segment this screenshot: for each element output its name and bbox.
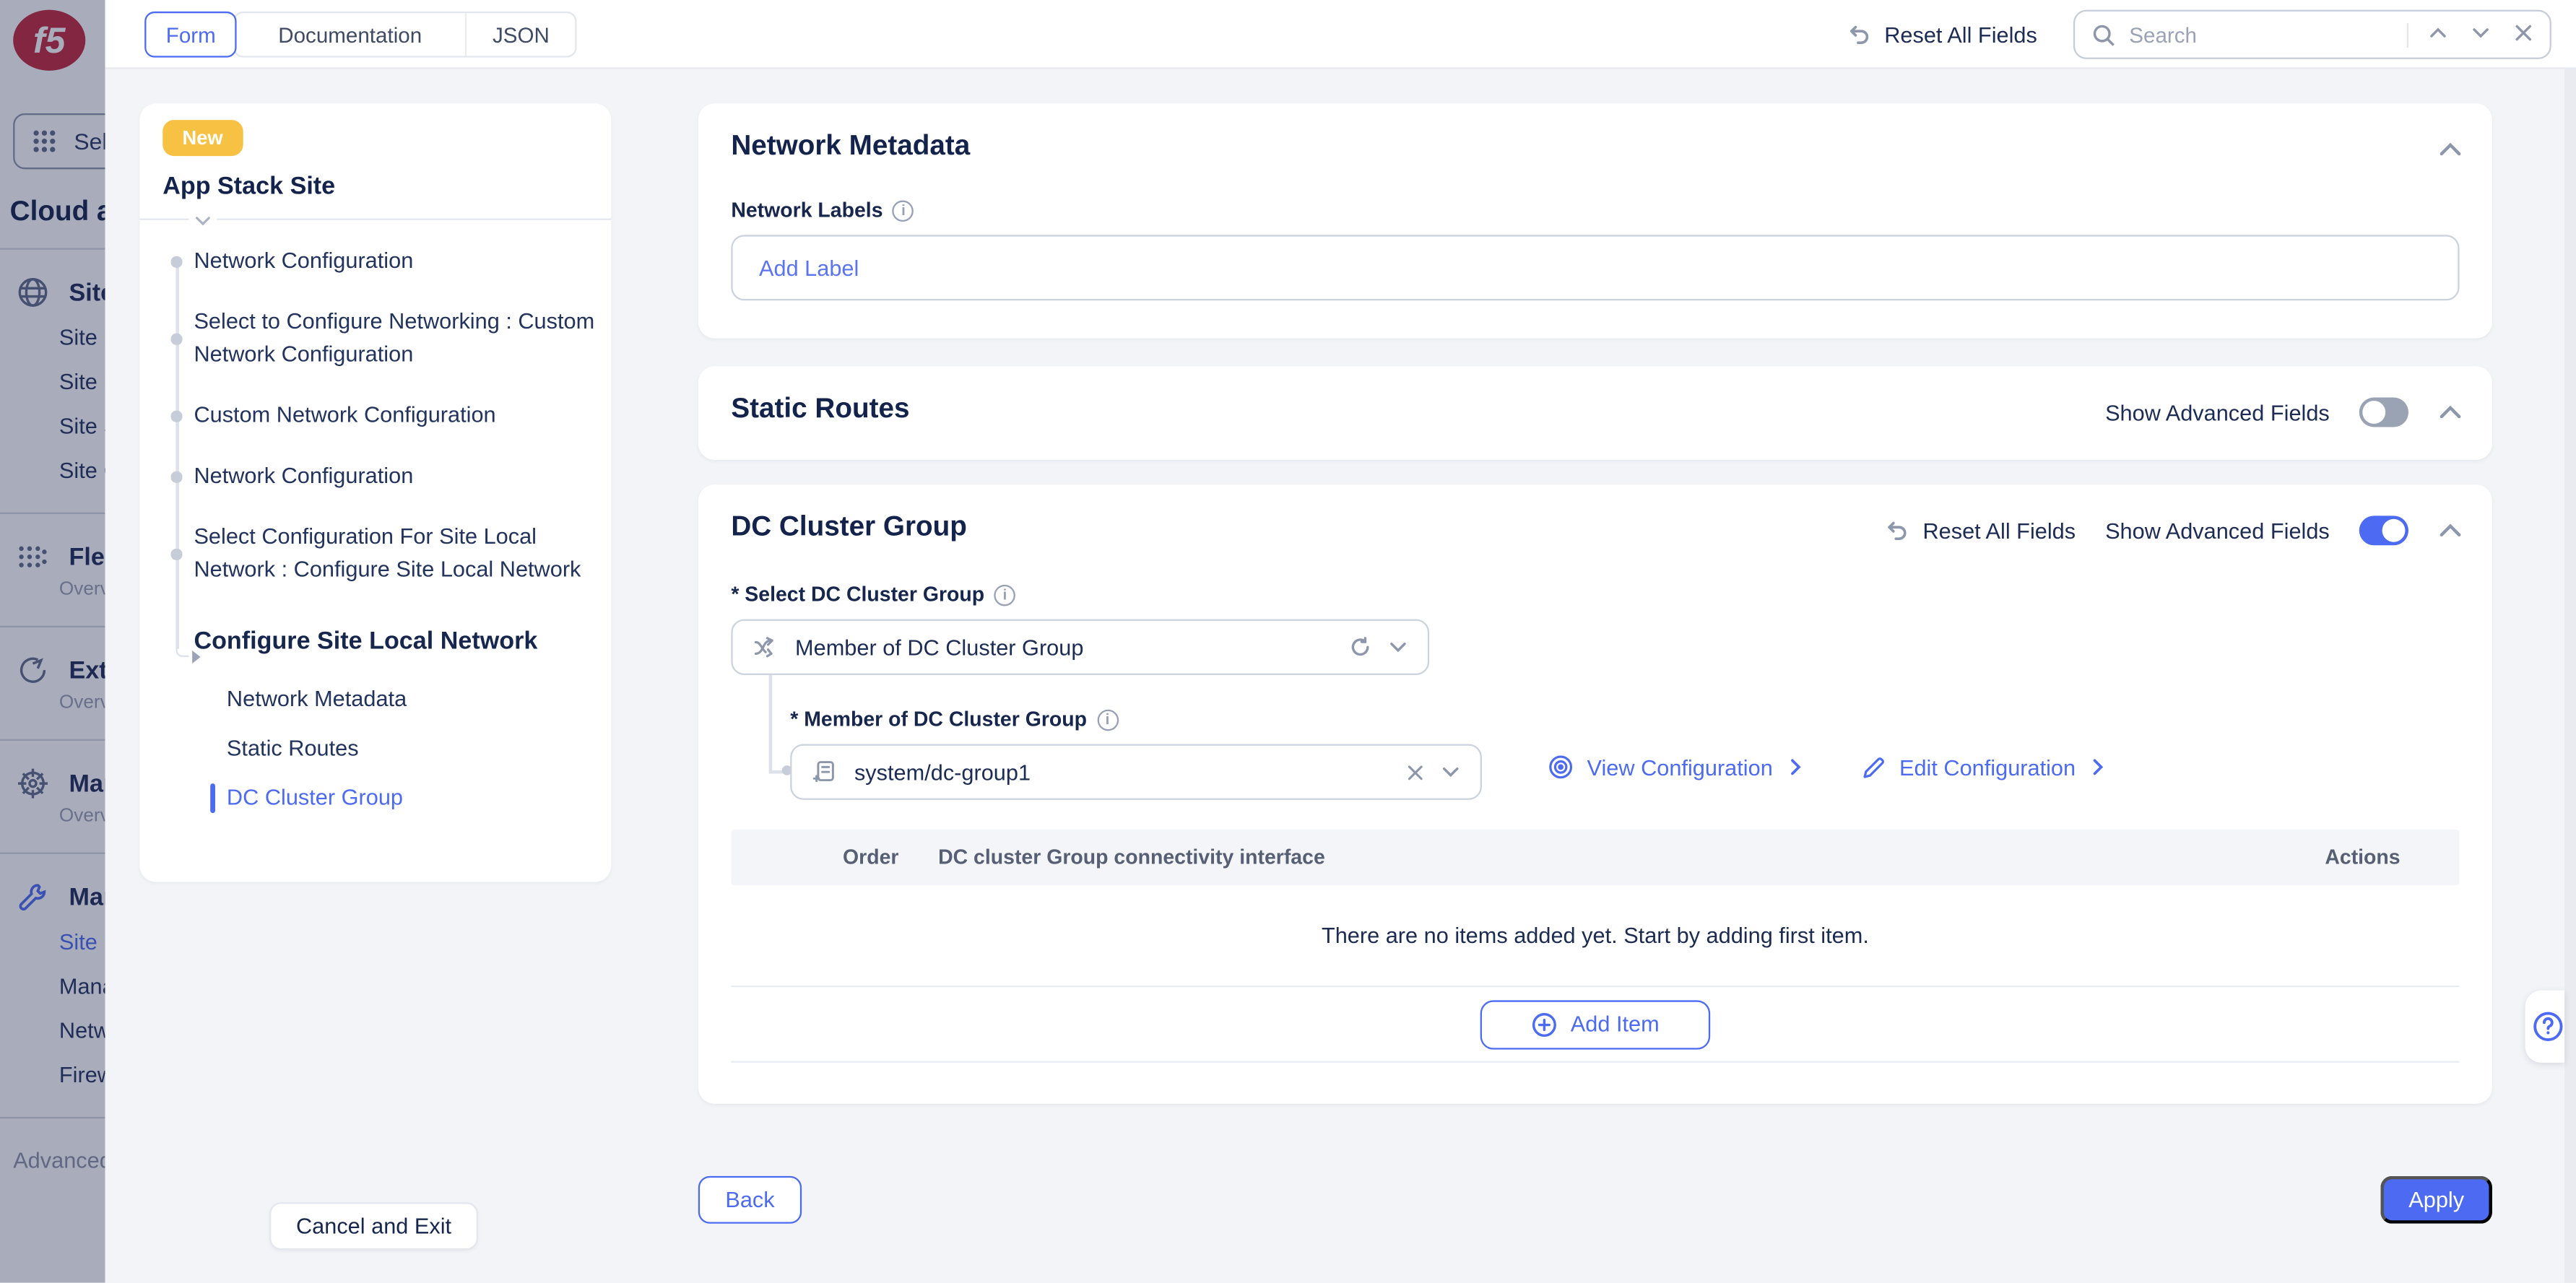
collapse-section-icon[interactable] <box>2438 137 2463 162</box>
wizard-title: App Stack Site <box>162 173 335 201</box>
edit-icon <box>1862 754 1886 779</box>
table-add-row: Add Item <box>731 987 2459 1063</box>
member-dc-cluster-group-value: system/dc-group1 <box>854 760 1390 784</box>
app-sidebar: f5 Sele Cloud a <box>0 0 105 1283</box>
chevron-right-icon <box>2089 757 2108 777</box>
clear-icon[interactable] <box>1406 763 1424 781</box>
column-header-actions: Actions <box>2325 846 2400 869</box>
refresh-icon[interactable] <box>1349 635 1372 658</box>
show-advanced-fields-toggle[interactable] <box>2359 398 2408 427</box>
chevron-right-icon <box>1786 757 1805 777</box>
undo-icon <box>1845 22 1871 48</box>
collapse-section-icon[interactable] <box>2438 518 2463 543</box>
view-configuration-link[interactable]: View Configuration <box>1548 754 1805 780</box>
apply-button[interactable]: Apply <box>2380 1176 2492 1224</box>
show-advanced-fields-toggle[interactable] <box>2359 516 2408 545</box>
search-next-icon[interactable] <box>2471 22 2490 47</box>
tab-json[interactable]: JSON <box>464 13 576 56</box>
content-area: New App Stack Site Network Configuration… <box>105 69 2576 1283</box>
info-icon[interactable]: i <box>1097 709 1119 731</box>
wizard-step[interactable]: Select to Configure Networking : Custom … <box>139 305 601 371</box>
search-input[interactable] <box>2129 22 2393 47</box>
help-icon <box>2532 1010 2564 1043</box>
branch-icon <box>753 634 779 660</box>
info-icon[interactable]: i <box>893 199 914 221</box>
column-header-interface: DC cluster Group connectivity interface <box>938 846 1325 869</box>
select-dc-cluster-group-dropdown[interactable]: Member of DC Cluster Group <box>731 619 1429 675</box>
view-icon <box>1548 754 1574 780</box>
search-box[interactable] <box>2073 10 2551 59</box>
edit-configuration-label: Edit Configuration <box>1899 754 2076 779</box>
field-connector <box>769 675 771 772</box>
select-dc-cluster-group-label: * Select DC Cluster Group <box>731 583 984 606</box>
scrollbar-track[interactable] <box>2564 69 2576 1283</box>
plus-circle-icon <box>1531 1011 1557 1037</box>
table-empty-state: There are no items added yet. Start by a… <box>731 885 2459 987</box>
topbar: Form Documentation JSON Reset All Fields <box>105 0 2576 69</box>
back-button[interactable]: Back <box>698 1176 802 1224</box>
reset-all-fields-button[interactable]: Reset All Fields <box>1845 22 2037 48</box>
section-title: Static Routes <box>731 393 909 425</box>
reset-all-fields-label: Reset All Fields <box>1884 22 2037 47</box>
chevron-down-icon[interactable] <box>1441 762 1460 782</box>
info-icon[interactable]: i <box>994 584 1016 606</box>
column-header-order: Order <box>843 846 898 869</box>
search-prev-icon[interactable] <box>2428 22 2447 47</box>
reset-all-fields-button[interactable]: Reset All Fields <box>1883 518 2076 544</box>
add-label-placeholder[interactable]: Add Label <box>759 256 859 280</box>
wizard-current-step[interactable]: Configure Site Local Network <box>139 626 601 658</box>
app-root: f5 Sele Cloud a <box>0 0 2576 1283</box>
tab-form[interactable]: Form <box>144 12 237 58</box>
search-icon <box>2091 22 2116 47</box>
chevron-down-icon[interactable] <box>1388 638 1408 657</box>
show-advanced-fields-label: Show Advanced Fields <box>2105 400 2330 425</box>
member-dc-cluster-group-label: * Member of DC Cluster Group <box>790 708 1087 731</box>
edit-configuration-link[interactable]: Edit Configuration <box>1862 754 2109 779</box>
wizard-substep[interactable]: Network Metadata <box>139 682 601 716</box>
collapse-chevron-icon[interactable] <box>189 209 217 238</box>
reset-all-fields-label: Reset All Fields <box>1922 518 2076 543</box>
wizard-step[interactable]: Network Configuration <box>139 245 601 277</box>
table-header-row: Order DC cluster Group connectivity inte… <box>731 830 2459 885</box>
show-advanced-fields-label: Show Advanced Fields <box>2105 518 2330 543</box>
wizard-substep-active[interactable]: DC Cluster Group <box>139 780 601 815</box>
sidebar-dim-overlay <box>0 0 105 1283</box>
view-tabs: Form Documentation JSON <box>144 12 577 58</box>
search-close-icon[interactable] <box>2514 22 2533 47</box>
select-dc-cluster-group-value: Member of DC Cluster Group <box>795 635 1332 659</box>
section-network-metadata: Network Metadata Network Labels i Add La… <box>698 103 2492 338</box>
wizard-substep[interactable]: Static Routes <box>139 731 601 765</box>
member-dc-cluster-group-dropdown[interactable]: system/dc-group1 <box>790 744 1482 800</box>
new-badge: New <box>162 120 243 156</box>
wizard-step[interactable]: Network Configuration <box>139 460 601 492</box>
dc-cluster-items-table: Order DC cluster Group connectivity inte… <box>731 830 2459 1063</box>
section-dc-cluster-group: DC Cluster Group Reset All Fields Show A… <box>698 484 2492 1104</box>
section-title: DC Cluster Group <box>731 510 967 543</box>
network-labels-input[interactable]: Add Label <box>731 235 2459 300</box>
section-title: Network Metadata <box>731 130 970 162</box>
add-item-button[interactable]: Add Item <box>1480 999 1710 1048</box>
add-item-label: Add Item <box>1571 1012 1660 1036</box>
wizard-step[interactable]: Custom Network Configuration <box>139 399 601 432</box>
help-button[interactable] <box>2525 991 2565 1063</box>
tab-documentation[interactable]: Documentation <box>235 13 464 56</box>
view-configuration-label: View Configuration <box>1587 754 1773 779</box>
wizard-steps: Network Configuration Select to Configur… <box>139 235 601 830</box>
section-static-routes: Static Routes Show Advanced Fields <box>698 366 2492 460</box>
collapse-section-icon[interactable] <box>2438 400 2463 425</box>
wizard-step[interactable]: Select Configuration For Site Local Netw… <box>139 521 601 586</box>
object-reference-icon <box>812 759 838 785</box>
network-labels-label: Network Labels <box>731 199 882 222</box>
wizard-nav-panel: New App Stack Site Network Configuration… <box>139 103 611 882</box>
undo-icon <box>1883 518 1909 544</box>
cancel-and-exit-button[interactable]: Cancel and Exit <box>269 1202 478 1250</box>
